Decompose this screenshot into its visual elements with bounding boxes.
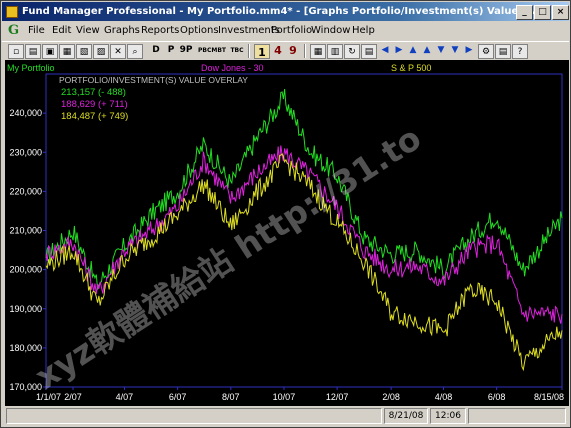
x-tick-label: 6/08 xyxy=(488,392,506,402)
help-icon[interactable]: ? xyxy=(512,44,528,59)
chart-title: PORTFOLIO/INVESTMENT(S) VALUE OVERLAY xyxy=(59,75,248,85)
legend-portfolio: 213,157 (- 488) xyxy=(61,87,126,98)
zoom-icon[interactable]: ⌕ xyxy=(127,44,143,59)
x-tick-label: 6/07 xyxy=(169,392,187,402)
menu-window[interactable]: Window xyxy=(311,22,350,40)
app-logo-icon xyxy=(6,6,18,18)
close-doc-icon[interactable]: ✕ xyxy=(110,44,126,59)
value-overlay-chart[interactable]: 170,000 180,000 190,000 200,000 210,000 220,0… xyxy=(5,60,569,406)
calendar-icon[interactable]: ▤ xyxy=(495,44,511,59)
y-tick-label: 220,000 xyxy=(9,186,42,196)
open-icon[interactable]: ▤ xyxy=(25,44,41,59)
x-tick-label: 8/15/08 xyxy=(534,392,564,402)
toolbar-separator xyxy=(248,44,250,58)
y-tick-label: 190,000 xyxy=(9,304,42,314)
arrow-right-icon[interactable]: ▶ xyxy=(393,43,405,58)
paste-icon[interactable]: ▨ xyxy=(93,44,109,59)
arrow-up-icon[interactable]: ▲ xyxy=(407,43,419,58)
p-button[interactable]: P xyxy=(165,43,177,58)
status-bar: 8/21/08 12:06 xyxy=(2,406,569,426)
y-tick-label: 200,000 xyxy=(9,265,42,275)
y-tick-label: 210,000 xyxy=(9,226,42,236)
series-line-1 xyxy=(45,145,563,324)
watermark-text: xyz軟體補給站 http://31.to xyxy=(28,118,428,397)
menu-graphs[interactable]: Graphs xyxy=(104,22,140,40)
arrow-down-icon[interactable]: ▼ xyxy=(435,43,447,58)
window-title: Fund Manager Professional - My Portfolio… xyxy=(22,6,569,17)
arrow-up2-icon[interactable]: ▲ xyxy=(421,43,433,58)
settings-icon[interactable]: ⚙ xyxy=(478,44,494,59)
menu-file[interactable]: File xyxy=(28,22,45,40)
close-button[interactable]: × xyxy=(552,5,569,20)
9p-button[interactable]: 9P xyxy=(178,43,194,58)
arrow-left-icon[interactable]: ◀ xyxy=(379,43,391,58)
sp500-header-label: S & P 500 xyxy=(391,63,431,73)
menu-edit[interactable]: Edit xyxy=(52,22,71,40)
arrow-down2-icon[interactable]: ▼ xyxy=(449,43,461,58)
toolbar: ▫ ▤ ▣ ▦ ▧ ▨ ✕ ⌕ D P 9P PBCMBT TBC 1 4 9 … xyxy=(2,41,569,60)
refresh-icon[interactable]: ↻ xyxy=(344,44,360,59)
save-icon[interactable]: ▣ xyxy=(42,44,58,59)
app-window: Fund Manager Professional - My Portfolio… xyxy=(0,0,571,428)
tbc-button[interactable]: TBC xyxy=(229,43,245,58)
menu-portfolio[interactable]: Portfolio xyxy=(271,22,312,40)
x-tick-label: 12/07 xyxy=(326,392,349,402)
four-button[interactable]: 4 xyxy=(272,43,284,58)
status-date: 8/21/08 xyxy=(384,408,428,424)
menu-view[interactable]: View xyxy=(76,22,100,40)
legend-sp500: 184,487 (+ 749) xyxy=(61,111,128,122)
one-button[interactable]: 1 xyxy=(254,44,270,59)
d-button[interactable]: D xyxy=(150,43,162,58)
pbcmbt-button[interactable]: PBCMBT xyxy=(198,43,226,58)
y-tick-label: 240,000 xyxy=(9,108,42,118)
y-tick-label: 180,000 xyxy=(9,343,42,353)
status-time: 12:06 xyxy=(430,408,466,424)
new-icon[interactable]: ▫ xyxy=(8,44,24,59)
chart-canvas: 170,000 180,000 190,000 200,000 210,000 220,0… xyxy=(7,63,564,402)
menu-help[interactable]: Help xyxy=(352,22,375,40)
grid-icon[interactable]: ▦ xyxy=(310,44,326,59)
menu-reports[interactable]: Reports xyxy=(141,22,179,40)
minimize-button[interactable]: _ xyxy=(516,5,533,20)
y-tick-label: 230,000 xyxy=(9,147,42,157)
print-icon[interactable]: ▦ xyxy=(59,44,75,59)
title-bar[interactable]: Fund Manager Professional - My Portfolio… xyxy=(2,2,569,21)
x-tick-label: 8/07 xyxy=(222,392,240,402)
arrow-right2-icon[interactable]: ▶ xyxy=(463,43,475,58)
x-tick-label: 2/07 xyxy=(64,392,82,402)
table-icon[interactable]: ▤ xyxy=(361,44,377,59)
copy-icon[interactable]: ▧ xyxy=(76,44,92,59)
chart-icon[interactable]: ▥ xyxy=(327,44,343,59)
toolbar-separator xyxy=(304,44,306,58)
menu-bar: G File Edit View Graphs Reports Options … xyxy=(2,22,569,40)
x-tick-label: 4/07 xyxy=(116,392,134,402)
status-extra-panel xyxy=(468,408,566,424)
x-tick-label: 10/07 xyxy=(273,392,296,402)
menu-options[interactable]: Options xyxy=(180,22,219,40)
legend-dow: 188,629 (+ 711) xyxy=(61,99,128,110)
x-tick-label: 4/08 xyxy=(435,392,453,402)
y-tick-label: 170,000 xyxy=(9,382,42,392)
status-message-panel xyxy=(6,408,382,424)
x-tick-label: 2/08 xyxy=(382,392,400,402)
nine-button[interactable]: 9 xyxy=(287,43,299,58)
graph-document-icon[interactable]: G xyxy=(8,24,20,38)
portfolio-header-label: My Portfolio xyxy=(7,63,55,73)
dow-header-label: Dow Jones - 30 xyxy=(201,63,264,73)
maximize-button[interactable]: □ xyxy=(534,5,551,20)
